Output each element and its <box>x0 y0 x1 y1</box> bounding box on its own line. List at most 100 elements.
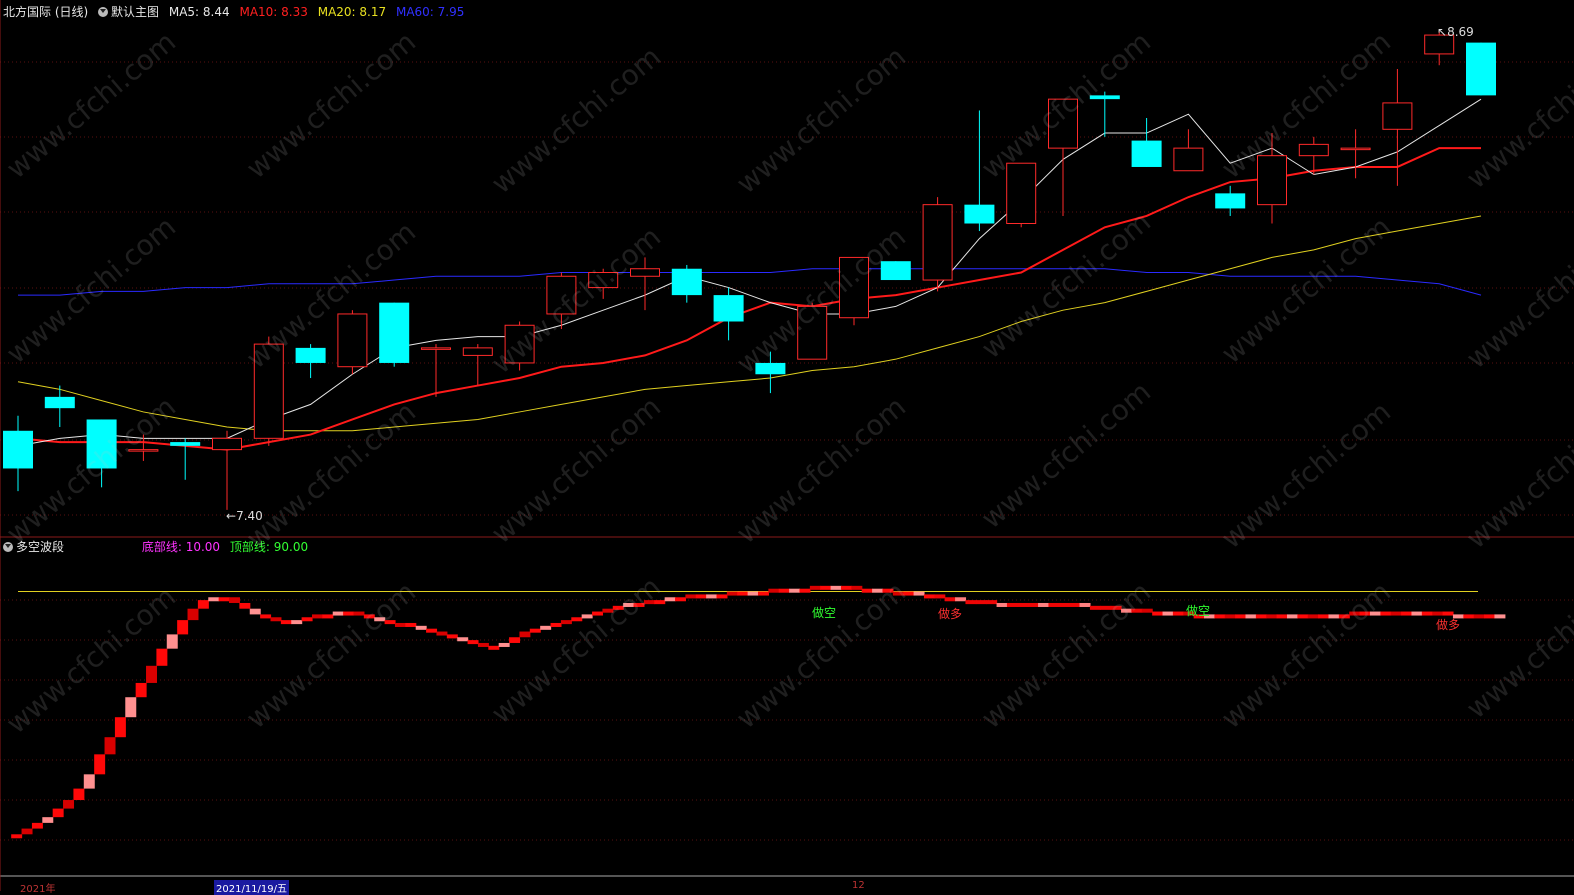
band-bar <box>1473 614 1485 619</box>
candle-body <box>588 272 619 289</box>
dropdown-icon[interactable] <box>3 542 13 552</box>
band-bar <box>560 620 572 625</box>
date-cursor-label: 2021/11/19/五 <box>214 880 290 895</box>
band-signal-label: 做多 <box>938 606 962 621</box>
candle-body <box>128 449 159 452</box>
bottom-line-label: 底部线: 10.00 <box>141 540 221 554</box>
band-bar <box>944 597 956 602</box>
band-bar <box>1328 614 1340 619</box>
band-bar <box>529 628 541 633</box>
band-bar <box>747 591 759 596</box>
band-bar <box>114 717 126 738</box>
ma20-line <box>17 215 1482 432</box>
candle-body <box>253 343 284 439</box>
chart-template-label[interactable]: 默认主图 <box>111 5 159 19</box>
band-bar <box>166 634 178 649</box>
band-bar <box>664 597 676 602</box>
band-bar <box>229 597 240 603</box>
band-bar <box>374 617 386 622</box>
candle-body <box>1006 162 1037 225</box>
band-bar <box>187 608 199 621</box>
band-bar <box>882 588 894 593</box>
band-bar <box>903 591 915 596</box>
high-price-annotation: ↖8.69 <box>1437 25 1474 39</box>
band-bar <box>1380 611 1392 616</box>
candle-body <box>44 396 75 409</box>
band-bar <box>1401 611 1413 616</box>
band-bar <box>1463 614 1475 619</box>
band-bar <box>965 600 977 605</box>
stock-title[interactable]: 北方国际 (日线) <box>3 5 88 19</box>
band-bar <box>21 828 33 835</box>
band-bar <box>840 585 852 590</box>
dropdown-icon[interactable] <box>98 7 109 17</box>
band-bar <box>426 628 438 633</box>
band-bar <box>135 682 147 698</box>
band-bar <box>809 585 821 590</box>
band-bar <box>1318 614 1330 619</box>
band-bar <box>955 597 967 602</box>
band-bar <box>1286 614 1298 619</box>
band-bar <box>861 588 873 593</box>
band-bar <box>1245 614 1257 619</box>
candle-body <box>295 347 326 363</box>
band-bar <box>1058 602 1070 607</box>
candle-body <box>1215 193 1246 209</box>
band-bar <box>197 600 209 609</box>
band-bar <box>177 620 189 635</box>
band-bar <box>332 611 344 616</box>
band-bar <box>1390 611 1402 616</box>
chart-template-selector[interactable]: 默认主图 <box>98 5 159 19</box>
band-bar <box>343 611 355 616</box>
band-bar <box>934 594 946 599</box>
band-bar <box>1027 602 1039 607</box>
band-bar <box>1224 614 1236 619</box>
band-bar <box>405 622 417 627</box>
indicator-name[interactable]: 多空波段 <box>16 540 64 554</box>
chart-stage[interactable]: 做空 做多 做空 做多 <box>0 0 1574 891</box>
band-bar <box>1172 611 1184 616</box>
band-bar <box>42 817 54 823</box>
chart-canvas[interactable]: 做空 做多 做空做多 <box>0 0 1574 891</box>
band-bar <box>592 611 604 616</box>
band-bar <box>1121 608 1133 613</box>
band-bar <box>446 634 458 639</box>
band-bar <box>1038 602 1050 607</box>
band-bar <box>685 594 697 599</box>
ma10-label: MA10: 8.33 <box>239 5 308 19</box>
date-label: 2021年 <box>20 884 56 895</box>
band-bar <box>550 622 562 627</box>
band-bar <box>726 591 738 596</box>
candle-body <box>839 256 869 319</box>
candle-body <box>421 347 451 350</box>
band-bar <box>1359 611 1371 616</box>
band-bar <box>394 622 406 627</box>
band-bar <box>519 631 531 638</box>
band-bar <box>270 617 282 622</box>
band-bar <box>1131 608 1143 613</box>
candle-body <box>170 442 201 446</box>
candle-body <box>1173 147 1204 172</box>
band-bar <box>1411 611 1423 616</box>
band-bar <box>239 602 251 609</box>
band-bar <box>695 594 707 599</box>
band-bar <box>1349 611 1361 616</box>
candle-body <box>504 324 535 364</box>
main-chart-header: 北方国际 (日线) 默认主图 MA5: 8.44 MA10: 8.33 MA20… <box>3 5 470 19</box>
band-bar <box>643 600 655 605</box>
candle-body <box>922 204 953 281</box>
band-bar <box>363 614 375 619</box>
top-line-label: 顶部线: 90.00 <box>229 540 309 554</box>
band-bar <box>820 585 832 590</box>
band-bar <box>913 591 925 596</box>
band-bar <box>1432 611 1444 616</box>
band-bar <box>830 585 842 590</box>
band-bar <box>789 588 801 593</box>
band-bar <box>457 637 469 642</box>
band-bar <box>415 625 427 630</box>
band-signal-label: 做空 <box>1186 603 1210 618</box>
indicator-selector[interactable]: 多空波段 <box>3 540 64 554</box>
band-bar <box>602 608 614 613</box>
band-bar <box>63 800 75 809</box>
low-price-annotation: ←7.40 <box>226 509 263 523</box>
